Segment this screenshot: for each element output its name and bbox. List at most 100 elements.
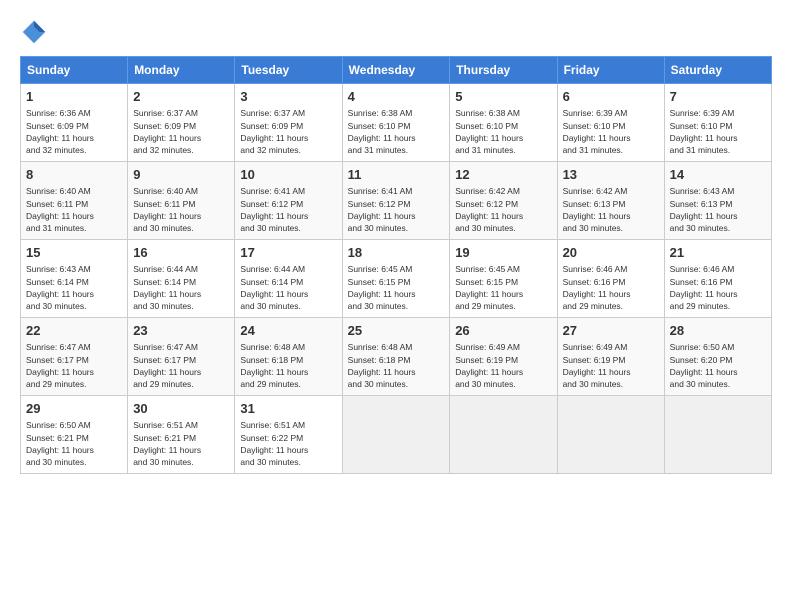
calendar-table: SundayMondayTuesdayWednesdayThursdayFrid…	[20, 56, 772, 474]
day-number: 16	[133, 244, 229, 262]
day-number: 17	[240, 244, 336, 262]
day-number: 3	[240, 88, 336, 106]
week-row-5: 29Sunrise: 6:50 AM Sunset: 6:21 PM Dayli…	[21, 396, 772, 474]
weekday-header-monday: Monday	[128, 57, 235, 84]
day-number: 12	[455, 166, 551, 184]
day-cell: 27Sunrise: 6:49 AM Sunset: 6:19 PM Dayli…	[557, 318, 664, 396]
day-cell: 3Sunrise: 6:37 AM Sunset: 6:09 PM Daylig…	[235, 84, 342, 162]
day-info: Sunrise: 6:39 AM Sunset: 6:10 PM Dayligh…	[563, 107, 659, 156]
day-cell: 26Sunrise: 6:49 AM Sunset: 6:19 PM Dayli…	[450, 318, 557, 396]
day-cell: 10Sunrise: 6:41 AM Sunset: 6:12 PM Dayli…	[235, 162, 342, 240]
day-info: Sunrise: 6:46 AM Sunset: 6:16 PM Dayligh…	[563, 263, 659, 312]
day-info: Sunrise: 6:47 AM Sunset: 6:17 PM Dayligh…	[26, 341, 122, 390]
page-container: SundayMondayTuesdayWednesdayThursdayFrid…	[0, 0, 792, 484]
day-info: Sunrise: 6:42 AM Sunset: 6:12 PM Dayligh…	[455, 185, 551, 234]
day-info: Sunrise: 6:39 AM Sunset: 6:10 PM Dayligh…	[670, 107, 766, 156]
day-number: 1	[26, 88, 122, 106]
day-info: Sunrise: 6:51 AM Sunset: 6:21 PM Dayligh…	[133, 419, 229, 468]
weekday-header-tuesday: Tuesday	[235, 57, 342, 84]
day-cell: 6Sunrise: 6:39 AM Sunset: 6:10 PM Daylig…	[557, 84, 664, 162]
logo	[20, 18, 52, 46]
day-info: Sunrise: 6:50 AM Sunset: 6:21 PM Dayligh…	[26, 419, 122, 468]
weekday-header-sunday: Sunday	[21, 57, 128, 84]
day-number: 21	[670, 244, 766, 262]
day-number: 26	[455, 322, 551, 340]
logo-icon	[20, 18, 48, 46]
week-row-2: 8Sunrise: 6:40 AM Sunset: 6:11 PM Daylig…	[21, 162, 772, 240]
day-info: Sunrise: 6:37 AM Sunset: 6:09 PM Dayligh…	[133, 107, 229, 156]
day-cell	[342, 396, 450, 474]
day-info: Sunrise: 6:40 AM Sunset: 6:11 PM Dayligh…	[26, 185, 122, 234]
day-number: 23	[133, 322, 229, 340]
day-number: 8	[26, 166, 122, 184]
day-cell: 31Sunrise: 6:51 AM Sunset: 6:22 PM Dayli…	[235, 396, 342, 474]
day-cell: 12Sunrise: 6:42 AM Sunset: 6:12 PM Dayli…	[450, 162, 557, 240]
day-number: 22	[26, 322, 122, 340]
day-cell: 23Sunrise: 6:47 AM Sunset: 6:17 PM Dayli…	[128, 318, 235, 396]
day-cell: 30Sunrise: 6:51 AM Sunset: 6:21 PM Dayli…	[128, 396, 235, 474]
day-cell: 19Sunrise: 6:45 AM Sunset: 6:15 PM Dayli…	[450, 240, 557, 318]
day-info: Sunrise: 6:49 AM Sunset: 6:19 PM Dayligh…	[455, 341, 551, 390]
day-number: 9	[133, 166, 229, 184]
day-number: 25	[348, 322, 445, 340]
day-info: Sunrise: 6:45 AM Sunset: 6:15 PM Dayligh…	[348, 263, 445, 312]
day-cell	[664, 396, 771, 474]
day-number: 10	[240, 166, 336, 184]
day-cell: 16Sunrise: 6:44 AM Sunset: 6:14 PM Dayli…	[128, 240, 235, 318]
day-cell	[450, 396, 557, 474]
day-number: 27	[563, 322, 659, 340]
day-info: Sunrise: 6:40 AM Sunset: 6:11 PM Dayligh…	[133, 185, 229, 234]
day-info: Sunrise: 6:47 AM Sunset: 6:17 PM Dayligh…	[133, 341, 229, 390]
day-info: Sunrise: 6:43 AM Sunset: 6:13 PM Dayligh…	[670, 185, 766, 234]
day-number: 11	[348, 166, 445, 184]
day-cell: 7Sunrise: 6:39 AM Sunset: 6:10 PM Daylig…	[664, 84, 771, 162]
day-cell: 22Sunrise: 6:47 AM Sunset: 6:17 PM Dayli…	[21, 318, 128, 396]
day-info: Sunrise: 6:49 AM Sunset: 6:19 PM Dayligh…	[563, 341, 659, 390]
day-cell: 18Sunrise: 6:45 AM Sunset: 6:15 PM Dayli…	[342, 240, 450, 318]
day-info: Sunrise: 6:44 AM Sunset: 6:14 PM Dayligh…	[133, 263, 229, 312]
day-cell: 5Sunrise: 6:38 AM Sunset: 6:10 PM Daylig…	[450, 84, 557, 162]
day-info: Sunrise: 6:50 AM Sunset: 6:20 PM Dayligh…	[670, 341, 766, 390]
day-cell: 28Sunrise: 6:50 AM Sunset: 6:20 PM Dayli…	[664, 318, 771, 396]
day-info: Sunrise: 6:38 AM Sunset: 6:10 PM Dayligh…	[455, 107, 551, 156]
day-cell: 20Sunrise: 6:46 AM Sunset: 6:16 PM Dayli…	[557, 240, 664, 318]
week-row-1: 1Sunrise: 6:36 AM Sunset: 6:09 PM Daylig…	[21, 84, 772, 162]
day-info: Sunrise: 6:44 AM Sunset: 6:14 PM Dayligh…	[240, 263, 336, 312]
day-cell: 9Sunrise: 6:40 AM Sunset: 6:11 PM Daylig…	[128, 162, 235, 240]
day-cell: 8Sunrise: 6:40 AM Sunset: 6:11 PM Daylig…	[21, 162, 128, 240]
day-number: 5	[455, 88, 551, 106]
day-cell	[557, 396, 664, 474]
weekday-header-thursday: Thursday	[450, 57, 557, 84]
weekday-header-saturday: Saturday	[664, 57, 771, 84]
day-info: Sunrise: 6:37 AM Sunset: 6:09 PM Dayligh…	[240, 107, 336, 156]
day-number: 31	[240, 400, 336, 418]
header	[20, 18, 772, 46]
weekday-header-wednesday: Wednesday	[342, 57, 450, 84]
day-cell: 13Sunrise: 6:42 AM Sunset: 6:13 PM Dayli…	[557, 162, 664, 240]
weekday-header-friday: Friday	[557, 57, 664, 84]
week-row-3: 15Sunrise: 6:43 AM Sunset: 6:14 PM Dayli…	[21, 240, 772, 318]
day-number: 13	[563, 166, 659, 184]
day-number: 4	[348, 88, 445, 106]
day-info: Sunrise: 6:43 AM Sunset: 6:14 PM Dayligh…	[26, 263, 122, 312]
day-number: 14	[670, 166, 766, 184]
day-info: Sunrise: 6:51 AM Sunset: 6:22 PM Dayligh…	[240, 419, 336, 468]
day-info: Sunrise: 6:48 AM Sunset: 6:18 PM Dayligh…	[240, 341, 336, 390]
day-cell: 2Sunrise: 6:37 AM Sunset: 6:09 PM Daylig…	[128, 84, 235, 162]
day-cell: 21Sunrise: 6:46 AM Sunset: 6:16 PM Dayli…	[664, 240, 771, 318]
day-number: 24	[240, 322, 336, 340]
day-number: 2	[133, 88, 229, 106]
day-info: Sunrise: 6:48 AM Sunset: 6:18 PM Dayligh…	[348, 341, 445, 390]
day-number: 28	[670, 322, 766, 340]
day-number: 20	[563, 244, 659, 262]
day-info: Sunrise: 6:45 AM Sunset: 6:15 PM Dayligh…	[455, 263, 551, 312]
day-cell: 1Sunrise: 6:36 AM Sunset: 6:09 PM Daylig…	[21, 84, 128, 162]
day-cell: 4Sunrise: 6:38 AM Sunset: 6:10 PM Daylig…	[342, 84, 450, 162]
day-cell: 24Sunrise: 6:48 AM Sunset: 6:18 PM Dayli…	[235, 318, 342, 396]
day-number: 30	[133, 400, 229, 418]
day-number: 29	[26, 400, 122, 418]
day-info: Sunrise: 6:41 AM Sunset: 6:12 PM Dayligh…	[348, 185, 445, 234]
day-cell: 15Sunrise: 6:43 AM Sunset: 6:14 PM Dayli…	[21, 240, 128, 318]
day-info: Sunrise: 6:38 AM Sunset: 6:10 PM Dayligh…	[348, 107, 445, 156]
day-info: Sunrise: 6:41 AM Sunset: 6:12 PM Dayligh…	[240, 185, 336, 234]
